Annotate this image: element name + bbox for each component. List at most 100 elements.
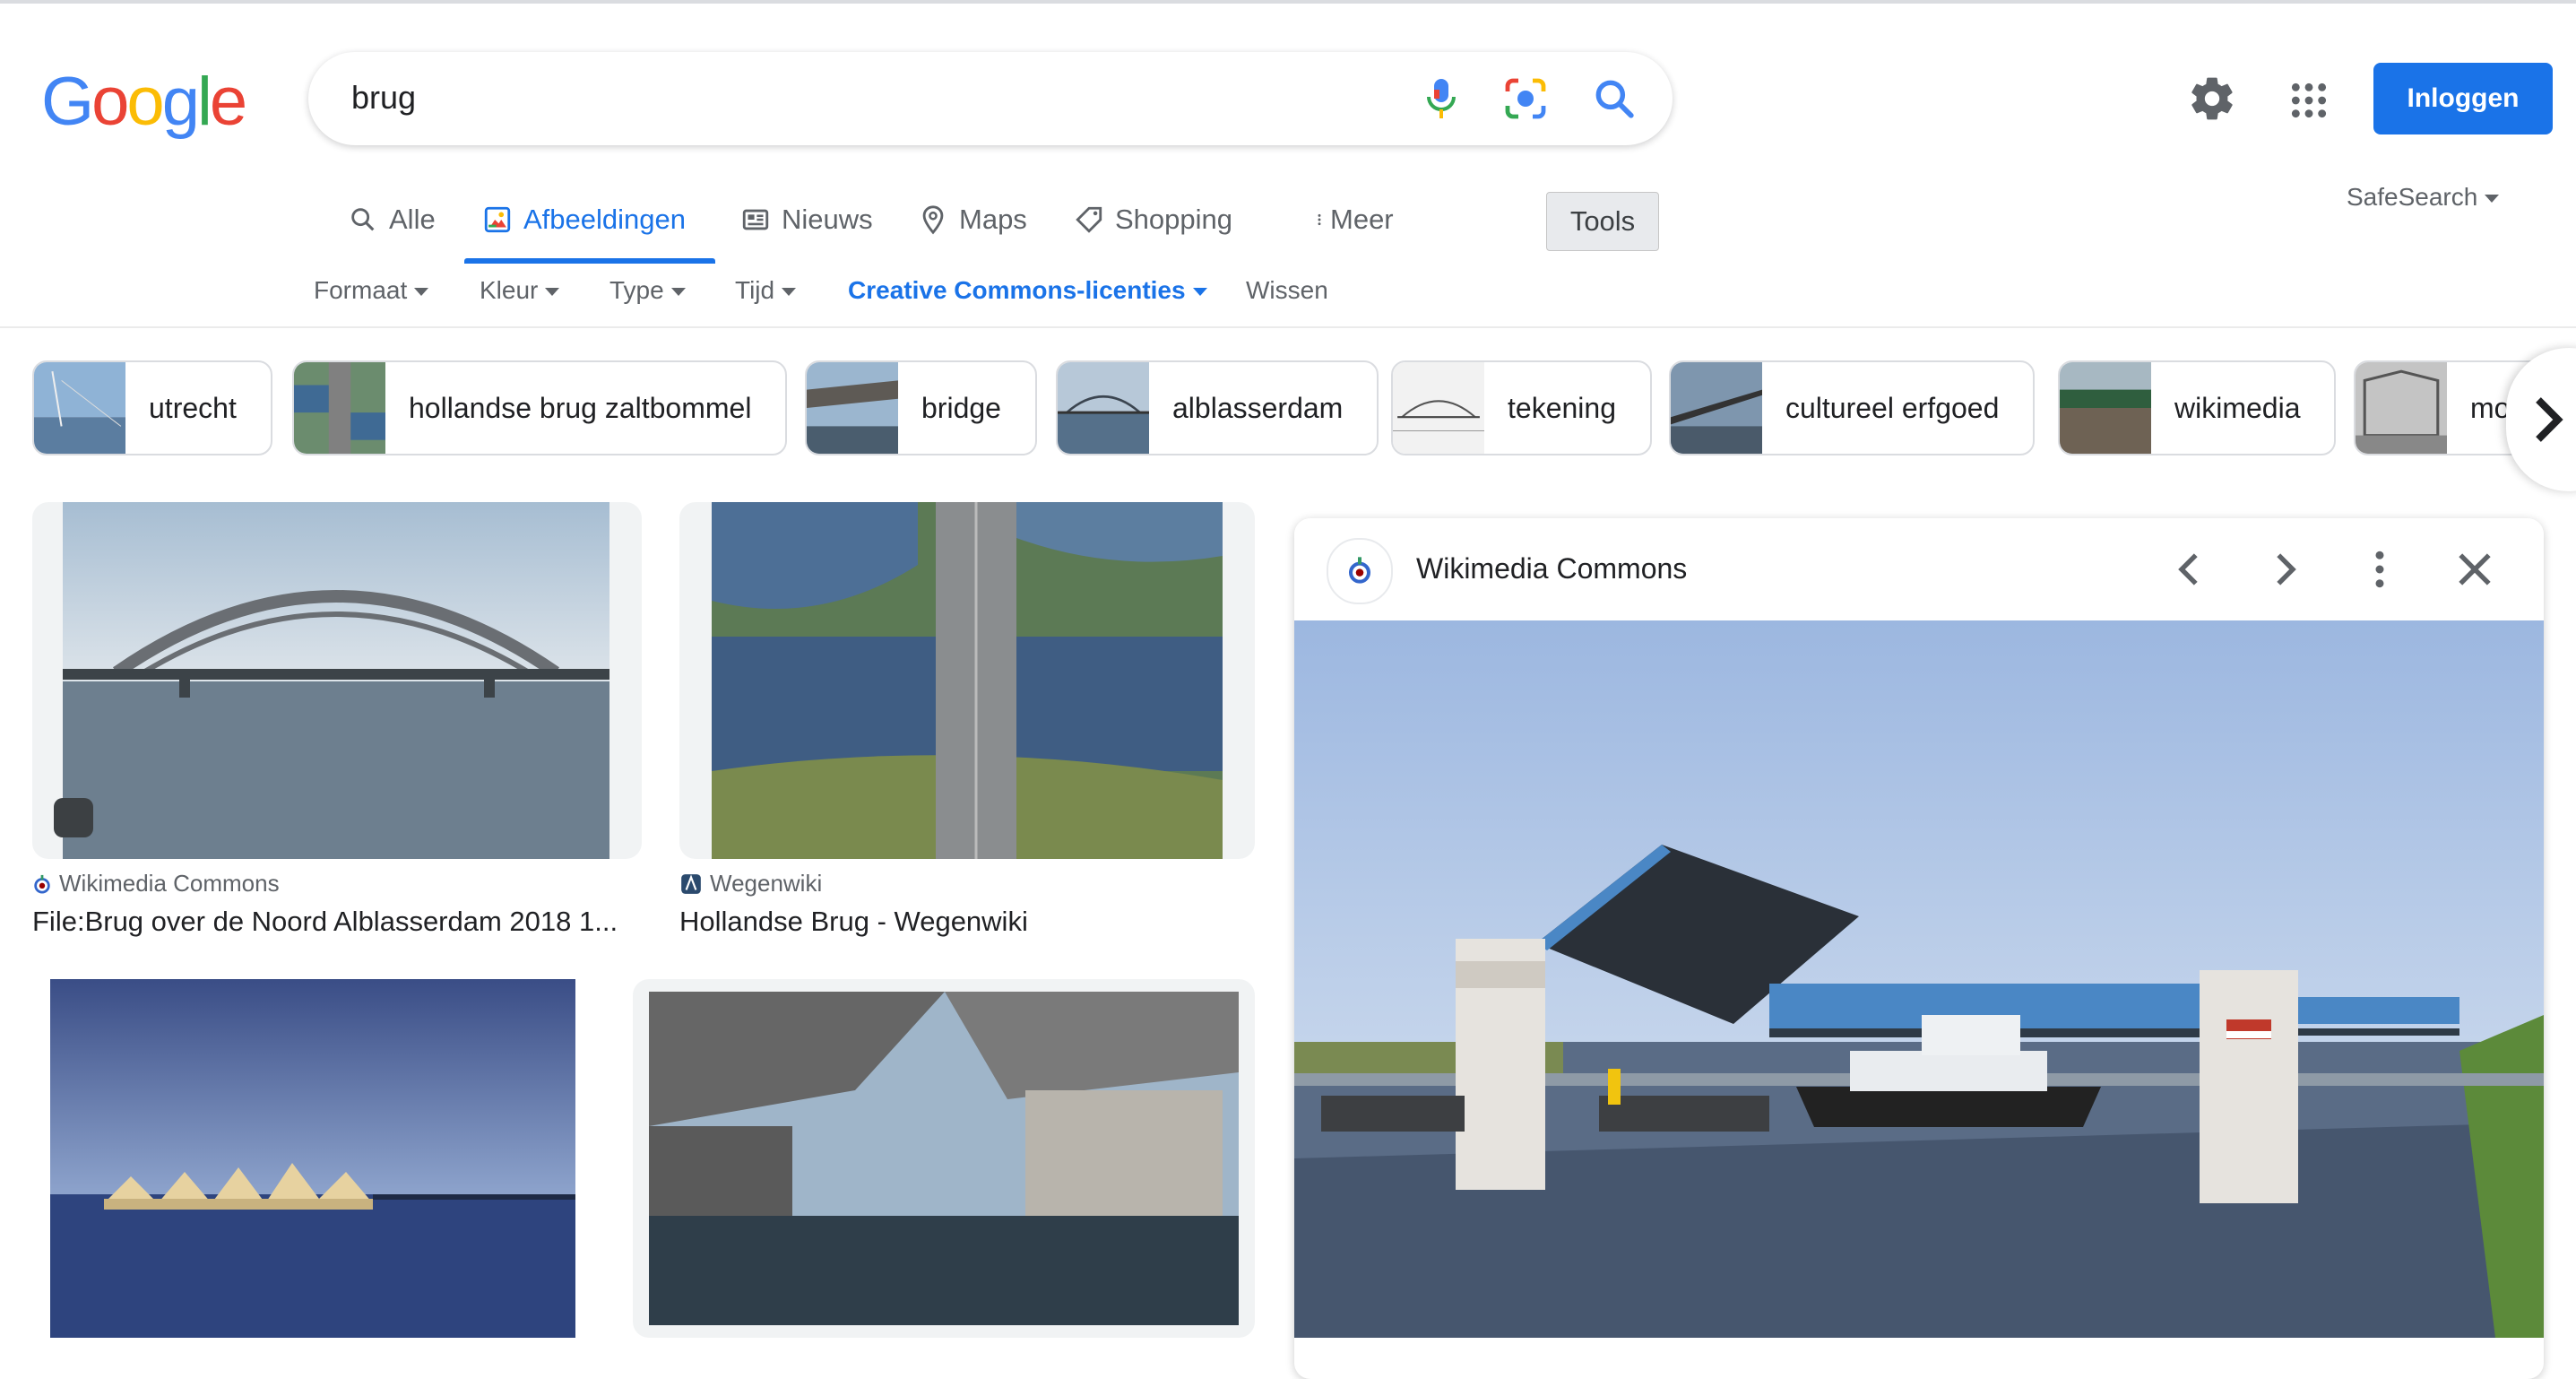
chip-label: tekening — [1508, 391, 1616, 424]
tab-label: Afbeeldingen — [523, 204, 686, 235]
result-source-name: Wegenwiki — [710, 870, 823, 897]
tab-meer[interactable]: Meer — [1312, 199, 1394, 240]
result-image — [50, 979, 575, 1338]
result-title[interactable]: File:Brug over de Noord Alblasserdam 201… — [32, 906, 618, 938]
preview-image[interactable] — [1294, 620, 2544, 1338]
gear-icon[interactable] — [2187, 74, 2237, 124]
close-icon[interactable] — [2451, 545, 2499, 594]
login-button[interactable]: Inloggen — [2373, 63, 2553, 134]
chip-thumbnail — [1393, 362, 1484, 454]
safesearch-label: SafeSearch — [2347, 183, 2478, 211]
search-icon — [351, 208, 375, 231]
chevron-down-icon — [1192, 288, 1207, 297]
chip-label: alblasserdam — [1172, 391, 1344, 424]
result-card-2[interactable] — [679, 502, 1255, 859]
chip-hollandse-brug-zaltbommel[interactable]: hollandse brug zaltbommel — [292, 360, 788, 455]
search-input[interactable]: brug — [351, 79, 416, 117]
filter-label: Formaat — [314, 276, 408, 304]
wegenwiki-logo-icon — [681, 873, 701, 894]
preview-header: Wikimedia Commons — [1294, 518, 2544, 620]
chip-thumbnail — [1058, 362, 1149, 454]
filter-wissen[interactable]: Wissen — [1246, 276, 1328, 305]
chip-label: cultureel erfgoed — [1785, 391, 2000, 424]
tab-afbeeldingen[interactable]: Afbeeldingen — [482, 199, 686, 240]
chip-thumbnail — [2356, 362, 2447, 454]
google-logo[interactable]: Google — [41, 63, 247, 141]
chip-label: hollandse brug zaltbommel — [409, 391, 752, 424]
search-box[interactable]: brug — [308, 52, 1673, 145]
logo-letter: o — [126, 64, 164, 140]
filter-formaat[interactable]: Formaat — [314, 276, 429, 305]
chip-label: utrecht — [149, 391, 237, 424]
header-divider — [0, 326, 2576, 328]
more-vert-icon[interactable] — [2356, 545, 2404, 594]
preview-source[interactable]: Wikimedia Commons — [1416, 552, 1687, 585]
top-border — [0, 0, 2576, 4]
filter-kleur[interactable]: Kleur — [480, 276, 560, 305]
chip-label: wikimedia — [2174, 391, 2301, 424]
result-image — [649, 992, 1239, 1325]
logo-letter: e — [209, 64, 247, 140]
chip-utrecht[interactable]: utrecht — [32, 360, 272, 455]
safesearch-dropdown[interactable]: SafeSearch — [2347, 183, 2500, 212]
active-tab-indicator — [464, 258, 715, 264]
tab-maps[interactable]: Maps — [918, 199, 1027, 240]
chevron-down-icon — [414, 288, 429, 297]
camera-lens-icon[interactable] — [1502, 75, 1549, 122]
image-type-icon — [54, 798, 93, 837]
mic-icon[interactable] — [1420, 75, 1463, 122]
result-image — [63, 502, 609, 859]
result-card-4[interactable] — [633, 979, 1255, 1338]
chip-wikimedia[interactable]: wikimedia — [2058, 360, 2337, 455]
logo-letter: l — [196, 64, 212, 140]
result-source[interactable]: Wegenwiki — [679, 870, 822, 898]
result-source[interactable]: Wikimedia Commons — [32, 870, 280, 898]
apps-grid-icon[interactable] — [2289, 81, 2329, 120]
map-pin-icon — [922, 205, 944, 235]
tools-button[interactable]: Tools — [1546, 192, 1659, 251]
chip-thumbnail — [807, 362, 898, 454]
filter-label: Wissen — [1246, 276, 1328, 304]
chevron-down-icon — [782, 288, 797, 297]
chip-thumbnail — [294, 362, 385, 454]
result-card-1[interactable] — [32, 502, 642, 859]
tag-icon — [1076, 206, 1102, 233]
filter-label: Tijd — [735, 276, 775, 304]
filter-label: Type — [609, 276, 664, 304]
news-icon — [742, 209, 769, 230]
tab-label: Shopping — [1115, 204, 1233, 235]
result-source-name: Wikimedia Commons — [59, 870, 280, 897]
tab-label: Maps — [959, 204, 1027, 235]
chip-cultureel-erfgoed[interactable]: cultureel erfgoed — [1669, 360, 2036, 455]
tab-label: Meer — [1330, 204, 1394, 235]
chip-tekening[interactable]: tekening — [1391, 360, 1652, 455]
tab-label: Nieuws — [782, 204, 873, 235]
chevron-down-icon — [545, 288, 560, 297]
chevron-down-icon — [2485, 195, 2500, 204]
wikimedia-logo-icon — [1327, 538, 1393, 604]
chip-alblasserdam[interactable]: alblasserdam — [1056, 360, 1379, 455]
filter-type[interactable]: Type — [609, 276, 686, 305]
chip-thumbnail — [2060, 362, 2151, 454]
chevron-down-icon — [670, 288, 686, 297]
chip-label: bridge — [921, 391, 1001, 424]
chevron-right-icon — [2536, 397, 2563, 442]
chevron-right-icon[interactable] — [2260, 545, 2309, 594]
chevron-left-icon[interactable] — [2165, 545, 2214, 594]
logo-letter: g — [161, 64, 200, 140]
result-card-3[interactable] — [32, 979, 615, 1338]
chip-bridge[interactable]: bridge — [805, 360, 1037, 455]
tab-alle[interactable]: Alle — [348, 199, 436, 240]
tab-shopping[interactable]: Shopping — [1074, 199, 1232, 240]
wikimedia-logo-icon — [34, 874, 50, 894]
chip-thumbnail — [34, 362, 125, 454]
filter-label: Creative Commons-licenties — [848, 276, 1186, 304]
result-title[interactable]: Hollandse Brug - Wegenwiki — [679, 906, 1028, 938]
tab-nieuws[interactable]: Nieuws — [740, 199, 873, 240]
filter-label: Kleur — [480, 276, 539, 304]
filter-tijd[interactable]: Tijd — [735, 276, 797, 305]
logo-letter: G — [41, 64, 94, 140]
search-icon[interactable] — [1592, 75, 1637, 122]
result-image — [712, 502, 1223, 859]
filter-creative-commons[interactable]: Creative Commons-licenties — [848, 276, 1207, 305]
